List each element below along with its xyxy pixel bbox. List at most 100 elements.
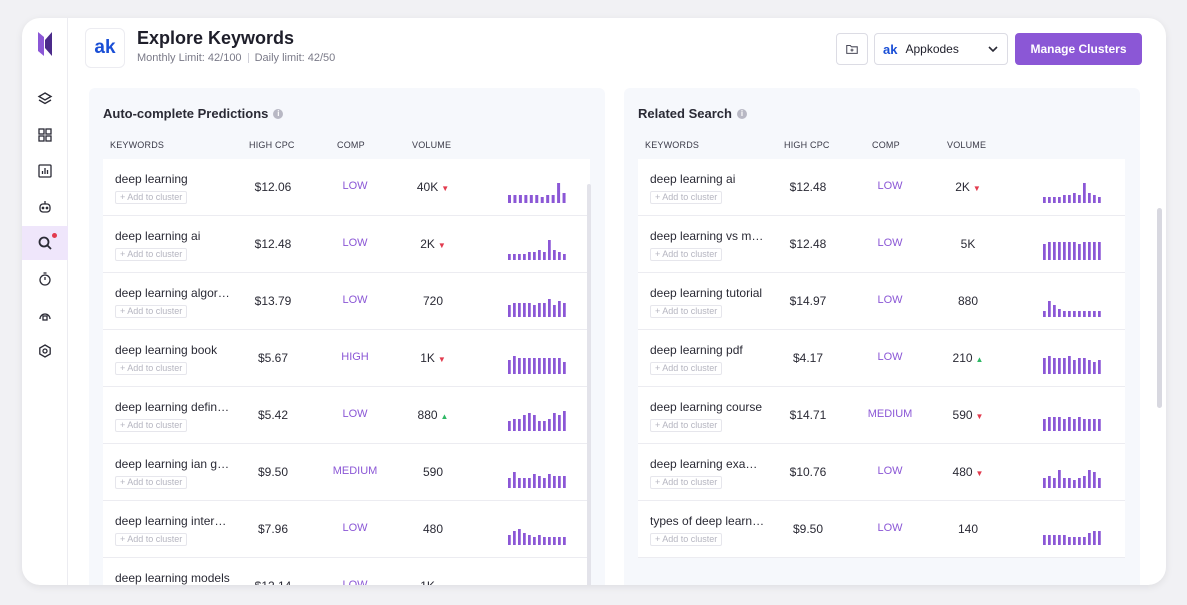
chart-icon <box>38 164 52 178</box>
add-to-cluster-button[interactable]: + Add to cluster <box>650 533 723 546</box>
sparkline-bar <box>563 254 566 260</box>
table-row[interactable]: deep learning ian go… + Add to cluster $9.… <box>103 444 590 501</box>
volume-value: 590 <box>952 408 973 422</box>
add-to-cluster-button[interactable]: + Add to cluster <box>650 305 723 318</box>
sparkline-bar <box>1098 419 1101 431</box>
competition-value: LOW <box>877 351 903 363</box>
add-to-cluster-button[interactable]: + Add to cluster <box>115 419 188 432</box>
add-to-cluster-button[interactable]: + Add to cluster <box>650 362 723 375</box>
add-to-cluster-button[interactable]: + Add to cluster <box>115 191 188 204</box>
sparkline-bar <box>540 197 544 203</box>
sparkline-bar <box>1078 417 1081 431</box>
nav-reports[interactable] <box>22 298 68 332</box>
add-to-cluster-button[interactable]: + Add to cluster <box>650 476 723 489</box>
table-row[interactable]: deep learning ai + Add to cluster $12.48 LO… <box>638 159 1125 216</box>
sparkline-bar <box>513 303 516 317</box>
table-row[interactable]: deep learning vs ma… + Add to cluster $12.… <box>638 216 1125 273</box>
info-icon[interactable]: i <box>736 108 747 119</box>
sparkline-bar <box>533 358 536 374</box>
table-row[interactable]: deep learning defini… + Add to cluster $5.… <box>103 387 590 444</box>
sparkline-bar <box>1048 476 1051 488</box>
add-to-cluster-button[interactable]: + Add to cluster <box>115 362 188 375</box>
volume-cell: 40K ▼ <box>401 180 465 194</box>
nav-timer[interactable] <box>22 262 68 296</box>
volume-trend-sparkline <box>508 299 566 317</box>
trend-down-icon: ▼ <box>975 469 984 478</box>
page-title: Explore Keywords <box>137 28 295 48</box>
sparkline-bar <box>508 254 511 260</box>
add-to-cluster-button[interactable]: + Add to cluster <box>115 305 188 318</box>
add-to-cluster-button[interactable]: + Add to cluster <box>650 191 723 204</box>
table-row[interactable]: types of deep learni… + Add to cluster $9.… <box>638 501 1125 558</box>
sparkline-bar <box>1078 311 1081 317</box>
main-content: ak Explore Keywords Monthly Limit: 42/10… <box>69 18 1166 585</box>
scrollbar[interactable] <box>587 184 591 585</box>
sparkline-bar <box>1083 476 1086 488</box>
grid-icon <box>38 128 52 142</box>
add-to-cluster-button[interactable]: + Add to cluster <box>115 476 188 489</box>
sparkline-bar <box>535 195 539 203</box>
sparkline-bar <box>1043 478 1046 488</box>
trend-up-icon: ▲ <box>440 412 449 421</box>
sparkline-bar <box>1088 311 1091 317</box>
sparkline-bar <box>1073 419 1076 431</box>
brand-logo-icon[interactable] <box>36 30 54 58</box>
keyword-text: deep learning <box>115 172 188 186</box>
table-row[interactable]: deep learning exam… + Add to cluster $10.7… <box>638 444 1125 501</box>
sparkline-bar <box>1073 360 1076 374</box>
table-row[interactable]: deep learning course + Add to cluster $14.… <box>638 387 1125 444</box>
sparkline-bar <box>528 413 531 431</box>
nav-dashboard[interactable] <box>22 118 68 152</box>
sparkline-bar <box>528 478 531 488</box>
table-row[interactable]: deep learning models+ Add to cluster$12.… <box>103 558 590 585</box>
account-select[interactable]: ak Appkodes <box>874 33 1008 65</box>
sparkline-bar <box>1063 195 1066 203</box>
volume-value: 880 <box>957 294 979 308</box>
sparkline-bar <box>528 252 531 260</box>
table-row[interactable]: deep learning + Add to cluster $12.06 LOW 40… <box>103 159 590 216</box>
volume-trend-sparkline <box>508 356 566 374</box>
table-row[interactable]: deep learning pdf + Add to cluster $4.17 LO… <box>638 330 1125 387</box>
nav-settings[interactable] <box>22 334 68 368</box>
divider <box>247 53 249 64</box>
table-row[interactable]: deep learning tutorial + Add to cluster $1… <box>638 273 1125 330</box>
sparkline-bar <box>1098 478 1101 488</box>
add-to-cluster-button[interactable]: + Add to cluster <box>115 533 188 546</box>
volume-trend-sparkline <box>508 183 566 203</box>
table-row[interactable]: deep learning ai + Add to cluster $12.48 LO… <box>103 216 590 273</box>
chevron-down-icon <box>988 46 998 53</box>
sparkline-bar <box>1063 358 1066 374</box>
sparkline-bar <box>1083 537 1086 545</box>
nav-analytics[interactable] <box>22 154 68 188</box>
folder-button[interactable] <box>836 33 868 65</box>
high-cpc-value: $9.50 <box>257 465 289 479</box>
table-row[interactable]: deep learning book + Add to cluster $5.67 H… <box>103 330 590 387</box>
nav-bot[interactable] <box>22 190 68 224</box>
volume-value: 480 <box>952 465 973 479</box>
manage-clusters-button[interactable]: Manage Clusters <box>1015 33 1142 65</box>
sparkline-bar <box>563 411 566 431</box>
volume-cell: 880 <box>936 294 1000 308</box>
sparkline-bar <box>553 476 556 488</box>
add-to-cluster-button[interactable]: + Add to cluster <box>650 419 723 432</box>
nav-keyword-search[interactable] <box>22 226 68 260</box>
add-to-cluster-button[interactable]: + Add to cluster <box>115 248 188 261</box>
nav-layers[interactable] <box>22 82 68 116</box>
sparkline-bar <box>1093 472 1096 488</box>
table-row[interactable]: deep learning algori… + Add to cluster $13… <box>103 273 590 330</box>
table-row[interactable]: deep learning intervi… + Add to cluster $7… <box>103 501 590 558</box>
competition-value: LOW <box>342 294 368 306</box>
high-cpc-value: $12.48 <box>254 237 292 251</box>
high-cpc-value: $12.48 <box>789 237 827 251</box>
info-icon[interactable]: i <box>273 108 284 119</box>
competition-value: MEDIUM <box>332 465 378 477</box>
page-scrollbar[interactable] <box>1157 208 1162 408</box>
sparkline-bar <box>1048 535 1051 545</box>
sparkline-bar <box>1098 360 1101 374</box>
sparkline-bar <box>563 303 566 317</box>
volume-cell: 720 <box>401 294 465 308</box>
volume-trend-sparkline <box>508 240 566 260</box>
sparkline-bar <box>513 356 516 374</box>
add-to-cluster-button[interactable]: + Add to cluster <box>650 248 723 261</box>
app-logo: ak <box>85 28 125 68</box>
